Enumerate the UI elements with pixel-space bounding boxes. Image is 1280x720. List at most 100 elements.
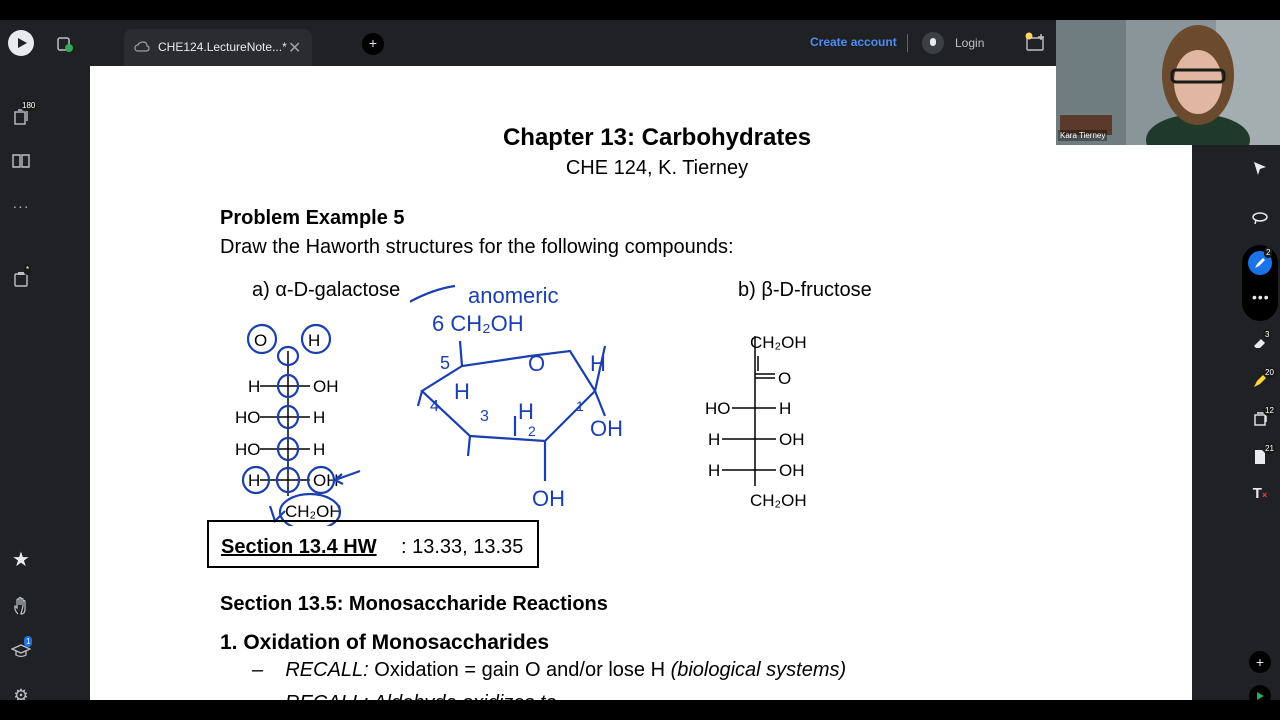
part-a-label: a) α-D-galactose bbox=[252, 279, 401, 301]
galactose-row2-right: H bbox=[313, 408, 325, 427]
tab-title: CHE124.LectureNote...* bbox=[158, 40, 287, 54]
pages-badge: 180 bbox=[20, 100, 38, 111]
text-tool[interactable]: T× bbox=[1249, 485, 1271, 507]
fructose-row2-right: OH bbox=[779, 430, 805, 449]
lasso-icon bbox=[1252, 212, 1268, 225]
pointer-tool[interactable] bbox=[1249, 160, 1271, 182]
user-icon[interactable] bbox=[922, 32, 944, 54]
fructose-row1-right: H bbox=[779, 399, 791, 418]
hand-tool-button[interactable] bbox=[10, 596, 32, 618]
pages-tool-badge: 21 bbox=[1263, 443, 1276, 454]
layers-badge: 12 bbox=[1263, 405, 1276, 416]
pen-tool-group: 2 ••• bbox=[1242, 245, 1278, 321]
homework-label: Section 13.4 HW bbox=[221, 536, 377, 558]
handwriting-h-left: H bbox=[454, 379, 470, 404]
handwriting-h-right: H bbox=[590, 351, 606, 376]
text-tool-x-icon: × bbox=[1261, 490, 1268, 500]
fructose-row2-left: H bbox=[708, 430, 720, 449]
handwriting-num5: 5 bbox=[440, 353, 450, 373]
clipboard-badge: * bbox=[24, 264, 32, 275]
recall-note: (biological systems) bbox=[670, 659, 847, 681]
cloud-icon bbox=[134, 41, 150, 52]
highlighter-badge: 20 bbox=[1263, 367, 1276, 378]
new-tab-button[interactable]: + bbox=[362, 33, 384, 55]
galactose-row3-left: HO bbox=[235, 440, 261, 459]
courses-badge: 1 bbox=[24, 636, 33, 647]
chapter-title: Chapter 13: Carbohydrates bbox=[502, 124, 812, 151]
galactose-row1-left: H bbox=[248, 377, 260, 396]
pen-badge: 2 bbox=[1264, 247, 1273, 258]
fructose-row3-left: H bbox=[708, 461, 720, 480]
create-account-link[interactable]: Create account bbox=[810, 35, 897, 49]
handwriting-h-mid: H bbox=[518, 399, 534, 424]
galactose-top-right: H bbox=[308, 331, 320, 350]
galactose-row1-right: OH bbox=[313, 377, 339, 396]
more-button[interactable]: ··· bbox=[10, 198, 32, 220]
fructose-top-group: CH₂OH bbox=[750, 333, 807, 352]
document-tab[interactable]: CHE124.LectureNote...* ✕ bbox=[124, 29, 312, 67]
participant-name: Kara Tierney bbox=[1058, 130, 1108, 141]
handwritten-haworth-drawing: anomeric 6 CH₂OH O H OH OH H H 5 4 3 2 1 bbox=[410, 283, 623, 511]
homework-values: : 13.33, 13.35 bbox=[401, 536, 524, 558]
fructose-carbonyl: O bbox=[778, 369, 791, 388]
problem-heading: Problem Example 5 bbox=[220, 207, 405, 229]
highlighter-tool[interactable]: 20 bbox=[1249, 367, 1276, 395]
fructose-fischer-projection: CH₂OH O HO H H OH H OH CH₂OH bbox=[705, 333, 807, 510]
galactose-row2-left: HO bbox=[235, 408, 261, 427]
video-feed[interactable]: Kara Tierney bbox=[1056, 20, 1280, 145]
galactose-row4-left: H bbox=[248, 471, 260, 490]
courses-button[interactable]: 1 bbox=[10, 636, 33, 664]
handwriting-ch2oh: 6 CH₂OH bbox=[432, 311, 524, 336]
problem-text: Draw the Haworth structures for the foll… bbox=[220, 236, 734, 258]
app-window: CHE124.LectureNote...* ✕ + Create accoun… bbox=[0, 20, 1280, 700]
galactose-row3-right: H bbox=[313, 440, 325, 459]
text-tool-icon: T bbox=[1252, 485, 1262, 502]
fructose-row1-left: HO bbox=[705, 399, 731, 418]
login-link[interactable]: Login bbox=[955, 36, 984, 50]
handwriting-ring-o: O bbox=[528, 351, 545, 376]
handwriting-oh-bottom: OH bbox=[532, 486, 565, 511]
eraser-tool[interactable]: 3 bbox=[1249, 329, 1272, 357]
handwritten-annotations bbox=[241, 323, 361, 526]
recall-text: Oxidation = gain O and/or lose H bbox=[368, 659, 671, 681]
pages-button[interactable]: 180 bbox=[10, 100, 38, 130]
topbar-divider bbox=[907, 34, 908, 52]
hand-icon bbox=[14, 596, 26, 615]
settings-gear-icon[interactable]: ⚙ bbox=[10, 686, 32, 700]
chapter-subtitle: CHE 124, K. Tierney bbox=[565, 157, 749, 179]
homework-box: Section 13.4 HW : 13.33, 13.35 bbox=[207, 520, 539, 568]
layers-tool[interactable]: 12 bbox=[1249, 405, 1276, 433]
handwriting-num1: 1 bbox=[576, 398, 584, 414]
add-tool-button[interactable]: + bbox=[1249, 651, 1271, 673]
app-logo-icon[interactable] bbox=[8, 30, 34, 56]
recall-label: RECALL: bbox=[285, 659, 369, 681]
cloud-sync-icon[interactable] bbox=[56, 35, 74, 53]
notebook-button[interactable] bbox=[10, 152, 32, 174]
pen-icon bbox=[1255, 258, 1265, 268]
document-page[interactable]: Chapter 13: Carbohydrates CHE 124, K. Ti… bbox=[90, 66, 1192, 700]
lasso-tool[interactable] bbox=[1249, 210, 1271, 232]
recall-line-2: RECALL: Aldehyde oxidizes to bbox=[285, 692, 557, 700]
recall-dash: – bbox=[252, 659, 264, 681]
handwriting-num2: 2 bbox=[528, 423, 536, 439]
handwriting-num3: 3 bbox=[480, 408, 489, 425]
eraser-badge: 3 bbox=[1263, 329, 1272, 340]
fructose-row3-right: OH bbox=[779, 461, 805, 480]
right-toolbar-lower: 3 20 12 21 T× + bbox=[1240, 325, 1280, 700]
list-item-oxidation: 1. Oxidation of Monosaccharides bbox=[220, 631, 550, 654]
close-tab-icon[interactable]: ✕ bbox=[288, 38, 301, 58]
handwriting-oh-right: OH bbox=[590, 416, 623, 441]
left-toolbar: 180 ··· * ★ 1 ⚙ bbox=[0, 66, 42, 700]
clipboard-button[interactable]: * bbox=[10, 264, 32, 292]
app-switch-icon[interactable] bbox=[1249, 685, 1271, 700]
favorites-star-icon[interactable]: ★ bbox=[10, 550, 32, 572]
recall-line: – RECALL: Oxidation = gain O and/or lose… bbox=[252, 659, 846, 682]
share-screen-icon[interactable] bbox=[1024, 32, 1046, 52]
part-b-label: b) β-D-fructose bbox=[738, 279, 872, 301]
galactose-fischer-projection: O H H OH HO H HO H H OH CH₂OH bbox=[235, 323, 361, 526]
book-icon bbox=[12, 154, 30, 168]
webcam-image bbox=[1056, 20, 1280, 145]
pen-more-icon[interactable]: ••• bbox=[1252, 289, 1270, 305]
galactose-top-left: O bbox=[254, 331, 267, 350]
pages-tool[interactable]: 21 bbox=[1249, 443, 1276, 471]
